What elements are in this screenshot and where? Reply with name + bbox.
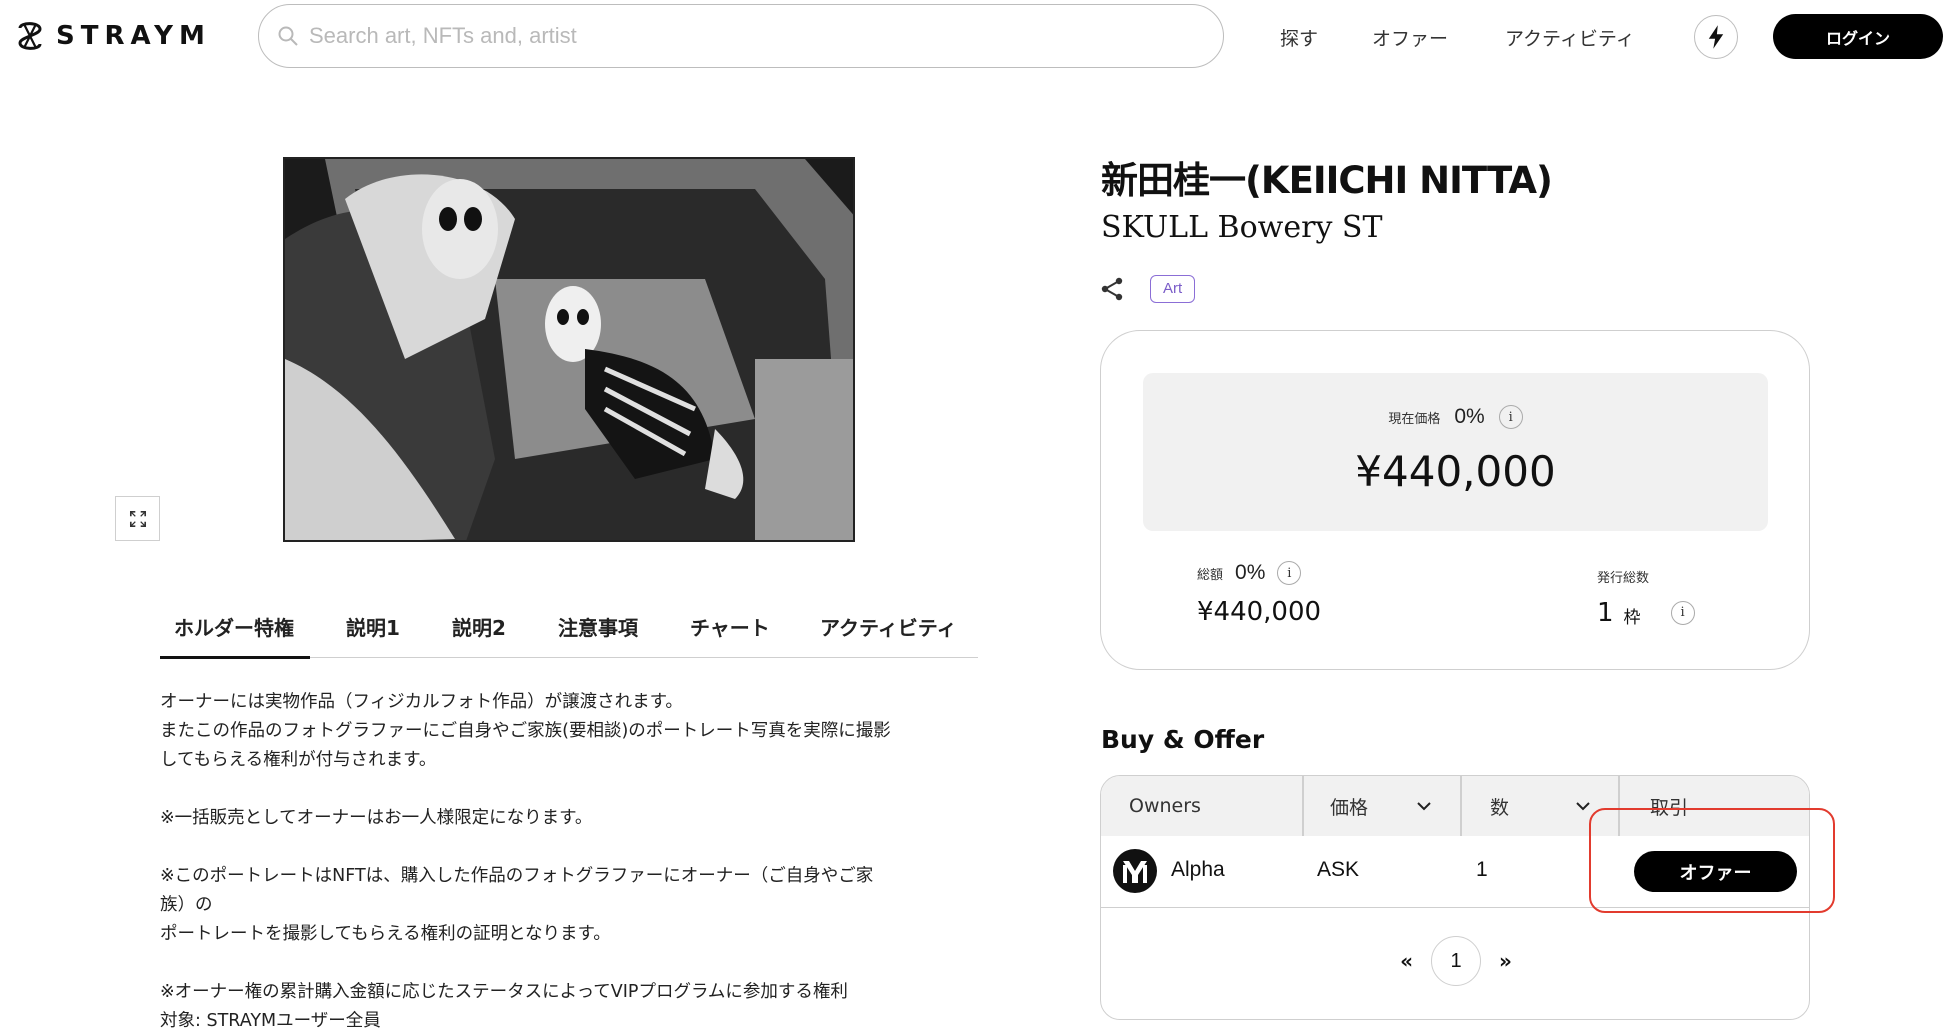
desc-line: ※このポートレートはNFTは、購入した作品のフォトグラファーにオーナー（ご自身や… — [160, 866, 874, 886]
row-quantity: 1 — [1476, 858, 1488, 881]
desc-line: ※オーナー権の累計購入金額に応じたステータスによってVIPプログラムに参加する権… — [160, 982, 848, 1002]
info-icon[interactable]: i — [1498, 405, 1523, 429]
artist-name: 新田桂一(KEIICHI NITTA) — [1101, 159, 1553, 202]
search-bar[interactable] — [258, 4, 1224, 68]
pagination: « 1 » — [1101, 936, 1809, 986]
chevron-down-icon[interactable] — [1415, 797, 1433, 815]
lightning-button[interactable] — [1694, 15, 1738, 59]
logo-icon — [18, 22, 42, 50]
price-card: 現在価格 0% i ¥440,000 総額 0% i ¥440,000 発行総数… — [1100, 330, 1810, 670]
pagination-prev[interactable]: « — [1400, 949, 1413, 973]
desc-line: 族）の — [160, 895, 213, 915]
total-label-row: 総額 0% i — [1197, 561, 1302, 585]
expand-icon — [129, 510, 146, 527]
desc-line: してもらえる権利が付与されます。 — [160, 750, 437, 770]
desc-line: オーナーには実物作品（フィジカルフォト作品）が譲渡されます。 — [160, 692, 683, 712]
column-divider — [1460, 776, 1462, 836]
desc-spacer — [160, 949, 980, 978]
row-price: ASK — [1317, 858, 1360, 881]
desc-line: ポートレートを撮影してもらえる権利の証明となります。 — [160, 924, 611, 944]
tab-activity[interactable]: アクティビティ — [820, 612, 957, 641]
current-price-label: 現在価格 — [1388, 411, 1441, 427]
artwork-image — [283, 157, 855, 542]
current-price-label-row: 現在価格 0% i — [1143, 405, 1768, 429]
owner-avatar-logo — [1114, 850, 1156, 892]
detail-tabs: ホルダー特権 説明1 説明2 注意事項 チャート アクティビティ — [160, 600, 978, 659]
column-quantity[interactable]: 数 — [1490, 776, 1509, 836]
login-button[interactable]: ログイン — [1773, 14, 1943, 59]
column-owners: Owners — [1129, 795, 1201, 817]
tab-description-2[interactable]: 説明2 — [452, 612, 506, 641]
total-label: 総額 — [1197, 567, 1224, 583]
issued-unit: 枠 — [1623, 608, 1641, 628]
pagination-current-page[interactable]: 1 — [1431, 936, 1481, 986]
tab-description-1[interactable]: 説明1 — [346, 612, 400, 641]
owner-name[interactable]: Alpha — [1171, 858, 1225, 882]
artwork-title: SKULL Bowery ST — [1101, 210, 1383, 245]
offer-highlight-box — [1589, 808, 1835, 913]
nav-explore[interactable]: 探す — [1280, 24, 1318, 51]
total-price: ¥440,000 — [1197, 597, 1322, 627]
buy-offer-title: Buy & Offer — [1101, 725, 1265, 754]
owner-avatar[interactable] — [1113, 849, 1157, 893]
total-change: 0% — [1235, 561, 1266, 584]
holder-benefits-text: オーナーには実物作品（フィジカルフォト作品）が譲渡されます。 またこの作品のフォ… — [160, 688, 980, 1029]
active-tab-indicator — [160, 656, 310, 659]
desc-spacer — [160, 833, 980, 862]
tab-notes[interactable]: 注意事項 — [558, 612, 638, 641]
desc-line: ※一括販売としてオーナーはお一人様限定になります。 — [160, 808, 593, 828]
info-icon[interactable]: i — [1670, 600, 1695, 625]
column-price[interactable]: 価格 — [1330, 776, 1368, 836]
fullscreen-button[interactable] — [115, 496, 160, 541]
search-icon — [278, 26, 298, 46]
nav-offers[interactable]: オファー — [1372, 24, 1448, 51]
desc-line: 対象: STRAYMユーザー全員 — [160, 1011, 381, 1029]
issued-count-row: 1 枠 i — [1597, 597, 1695, 628]
current-price: ¥440,000 — [1355, 447, 1556, 496]
info-icon[interactable]: i — [1277, 561, 1302, 585]
current-price-change: 0% — [1454, 405, 1485, 428]
desc-spacer — [160, 775, 980, 804]
current-price-panel: 現在価格 0% i ¥440,000 — [1143, 373, 1768, 531]
artwork-photo — [285, 159, 853, 540]
lightning-icon — [1708, 25, 1724, 49]
share-icon[interactable] — [1098, 275, 1126, 303]
brand-name: STRAYM — [56, 21, 211, 51]
nav-activity[interactable]: アクティビティ — [1505, 24, 1635, 51]
header: STRAYM 探す オファー アクティビティ ログイン — [0, 0, 1950, 75]
search-input[interactable] — [309, 23, 1189, 49]
chevron-down-icon[interactable] — [1574, 797, 1592, 815]
desc-line: またこの作品のフォトグラファーにご自身やご家族(要相談)のポートレート写真を実際… — [160, 721, 891, 741]
column-divider — [1302, 776, 1304, 836]
issued-count-label: 発行総数 — [1597, 571, 1650, 586]
tab-chart[interactable]: チャート — [690, 612, 770, 641]
tab-holder-benefits[interactable]: ホルダー特権 — [174, 612, 294, 641]
pagination-next[interactable]: » — [1499, 949, 1512, 973]
issued-count: 1 — [1597, 597, 1614, 628]
logo[interactable]: STRAYM — [14, 20, 211, 52]
category-badge[interactable]: Art — [1150, 275, 1196, 303]
